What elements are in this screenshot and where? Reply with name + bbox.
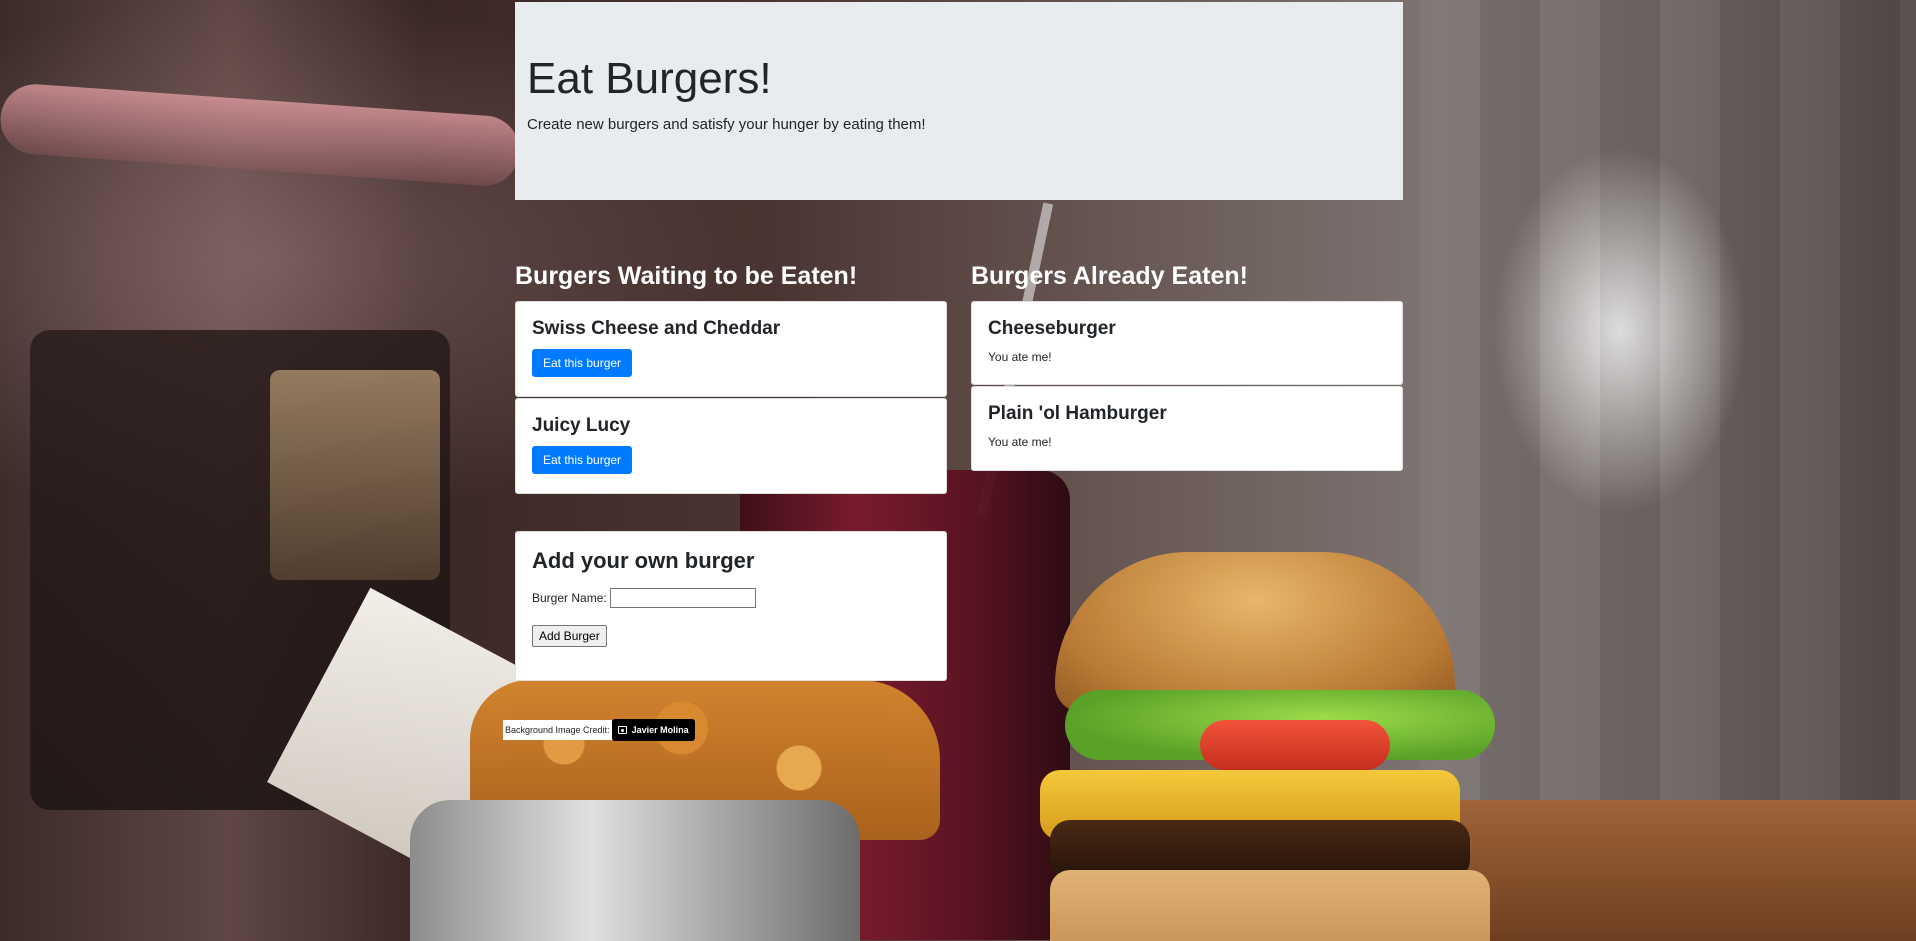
burger-name: Cheeseburger: [988, 318, 1116, 339]
burger-card-eaten: Cheeseburger You ate me!: [971, 301, 1403, 385]
credit-text: Background Image Credit:: [503, 720, 612, 740]
waiting-heading: Burgers Waiting to be Eaten!: [515, 262, 858, 290]
burger-name-row: Burger Name:: [532, 588, 930, 608]
page-subtitle: Create new burgers and satisfy your hung…: [527, 116, 926, 133]
burger-name: Swiss Cheese and Cheddar: [532, 318, 781, 339]
burger-name-label: Burger Name:: [532, 591, 607, 605]
add-burger-heading: Add your own burger: [532, 548, 755, 573]
photographer-name: Javier Molina: [631, 725, 689, 735]
photographer-link[interactable]: Javier Molina: [611, 719, 695, 741]
add-burger-form: Add your own burger Burger Name: Add Bur…: [515, 531, 947, 681]
add-burger-button[interactable]: Add Burger: [532, 625, 607, 647]
burger-card-waiting: Juicy Lucy Eat this burger: [515, 398, 947, 494]
burger-card-waiting: Swiss Cheese and Cheddar Eat this burger: [515, 301, 947, 397]
eaten-note: You ate me!: [988, 350, 1052, 364]
burger-name-input[interactable]: [609, 588, 756, 608]
burger-card-eaten: Plain 'ol Hamburger You ate me!: [971, 386, 1403, 471]
eat-burger-button[interactable]: Eat this burger: [532, 446, 633, 474]
eaten-note: You ate me!: [988, 435, 1052, 449]
eaten-heading: Burgers Already Eaten!: [971, 262, 1248, 290]
page-title: Eat Burgers!: [527, 54, 772, 103]
jumbotron-header: Eat Burgers! Create new burgers and sati…: [515, 2, 1403, 200]
image-credit: Background Image Credit: Javier Molina: [503, 719, 695, 741]
burger-name: Juicy Lucy: [532, 415, 631, 436]
camera-icon: [617, 726, 627, 734]
burger-name: Plain 'ol Hamburger: [988, 403, 1167, 424]
eat-burger-button[interactable]: Eat this burger: [532, 349, 633, 377]
